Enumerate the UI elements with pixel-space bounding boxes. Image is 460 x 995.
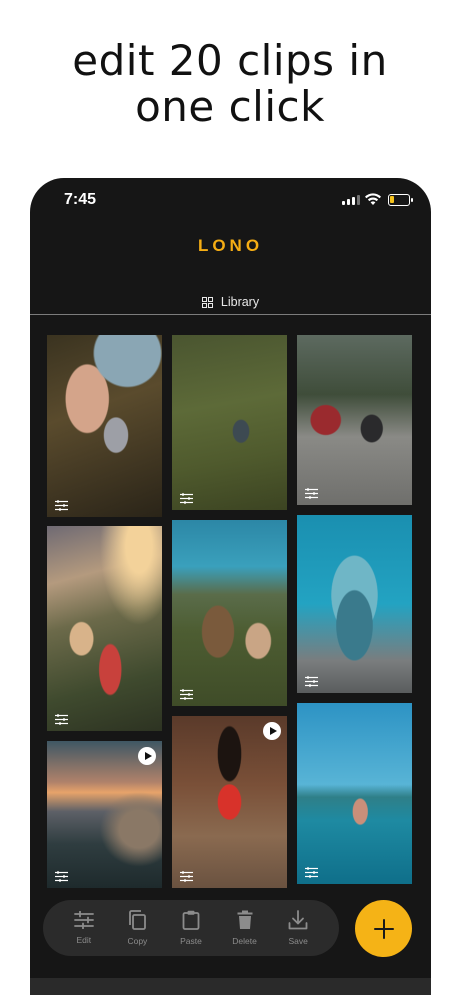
clip-thumbnail[interactable] (47, 335, 162, 517)
add-button[interactable] (355, 900, 412, 957)
play-icon[interactable] (263, 722, 281, 740)
promo-headline: edit 20 clips in one click (0, 38, 460, 130)
sliders-icon[interactable] (55, 500, 68, 511)
edit-button[interactable]: Edit (61, 911, 107, 945)
sliders-icon[interactable] (180, 871, 193, 882)
play-icon[interactable] (138, 747, 156, 765)
save-button[interactable]: Save (275, 910, 321, 946)
headline-line-1: edit 20 clips in (72, 36, 388, 85)
trash-icon (237, 910, 253, 929)
plus-icon (373, 918, 394, 939)
clip-grid (30, 178, 431, 995)
delete-button[interactable]: Delete (222, 910, 268, 946)
sliders-icon[interactable] (180, 689, 193, 700)
edit-label: Edit (76, 935, 92, 945)
phone-screen: 7:45 LONO Library Edit Copy Paste Delete… (30, 178, 431, 995)
clip-thumbnail[interactable] (172, 520, 287, 706)
clip-thumbnail[interactable] (297, 335, 412, 505)
clip-thumbnail[interactable] (47, 741, 162, 888)
bottom-toolbar: Edit Copy Paste Delete Save (43, 900, 339, 956)
clip-thumbnail[interactable] (172, 716, 287, 888)
sliders-icon[interactable] (55, 714, 68, 725)
sliders-icon[interactable] (305, 867, 318, 878)
sliders-icon[interactable] (55, 871, 68, 882)
delete-label: Delete (232, 936, 257, 946)
copy-label: Copy (127, 936, 148, 946)
paste-button[interactable]: Paste (168, 910, 214, 946)
copy-button[interactable]: Copy (114, 910, 160, 946)
copy-icon (129, 910, 147, 930)
clip-thumbnail[interactable] (297, 703, 412, 884)
clip-thumbnail[interactable] (172, 335, 287, 510)
sliders-icon[interactable] (305, 488, 318, 499)
download-icon (288, 910, 308, 930)
sliders-icon (73, 911, 94, 929)
paste-label: Paste (180, 936, 202, 946)
sliders-icon[interactable] (305, 676, 318, 687)
clip-thumbnail[interactable] (297, 515, 412, 693)
clipboard-icon (182, 910, 200, 930)
home-indicator-area (30, 978, 431, 995)
headline-line-2: one click (135, 82, 325, 131)
sliders-icon[interactable] (180, 493, 193, 504)
clip-thumbnail[interactable] (47, 526, 162, 731)
save-label: Save (288, 936, 308, 946)
